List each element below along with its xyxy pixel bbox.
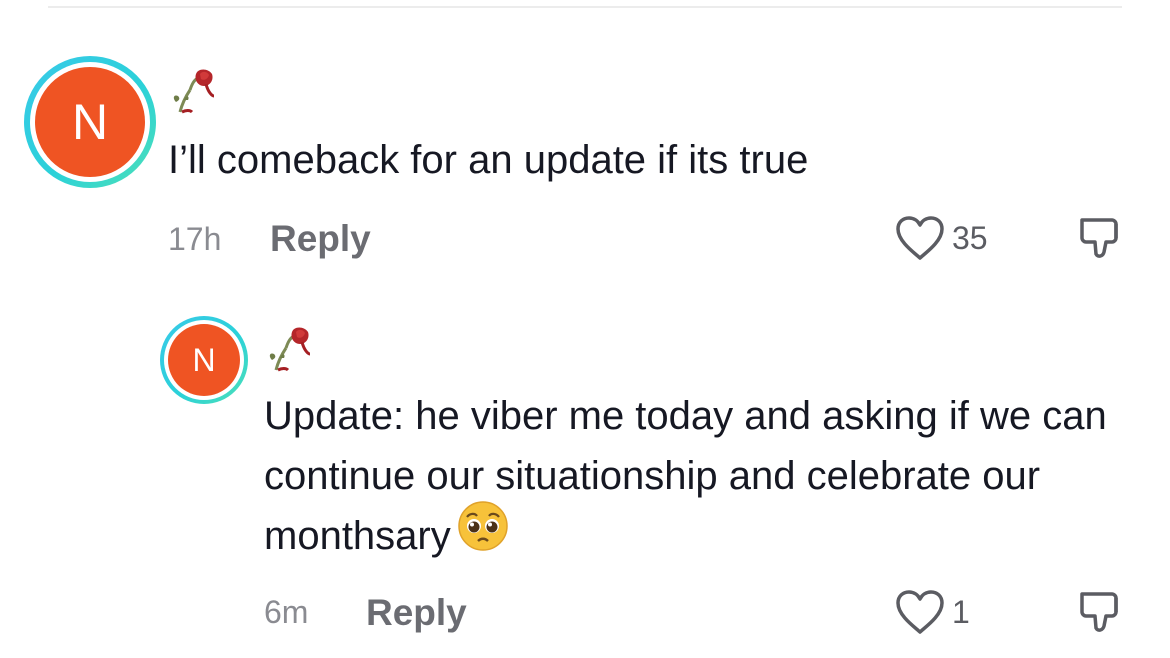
reply-timestamp: 6m <box>264 594 309 630</box>
thumbs-down-icon <box>1080 218 1118 258</box>
heart-outline-icon <box>896 216 944 260</box>
avatar-letter: N <box>35 67 145 177</box>
reply-text: Update: he viber me today and asking if … <box>264 394 1107 558</box>
commenter-avatar[interactable]: N <box>24 56 156 188</box>
avatar-ring: N <box>30 62 150 182</box>
commenter-username[interactable]: 🥀 <box>168 66 218 116</box>
like-button[interactable]: 35 <box>894 214 988 262</box>
reply-dislike-button[interactable] <box>1076 588 1124 641</box>
reply-comment-text: Update: he viber me today and asking if … <box>264 386 1124 569</box>
reply-like-button[interactable]: 1 <box>894 588 970 636</box>
like-count: 1 <box>952 593 970 630</box>
top-divider <box>48 6 1122 8</box>
heart-outline-icon <box>896 590 944 634</box>
reply-commenter-avatar[interactable]: N <box>160 316 248 404</box>
avatar-ring: N <box>164 320 244 400</box>
avatar-letter: N <box>168 324 240 396</box>
pleading-face-emoji <box>457 500 509 569</box>
like-count: 35 <box>952 219 988 256</box>
thumbs-down-icon <box>1080 592 1118 632</box>
comment-timestamp: 17h <box>168 221 222 257</box>
dislike-button[interactable] <box>1076 214 1124 267</box>
reply-button[interactable]: Reply <box>270 218 371 260</box>
reply-to-reply-button[interactable]: Reply <box>366 592 467 634</box>
comment-text: I’ll comeback for an update if its true <box>168 138 809 182</box>
wilted-rose-emoji <box>173 69 215 114</box>
reply-commenter-username[interactable]: 🥀 <box>264 324 314 374</box>
wilted-rose-emoji <box>269 327 311 372</box>
